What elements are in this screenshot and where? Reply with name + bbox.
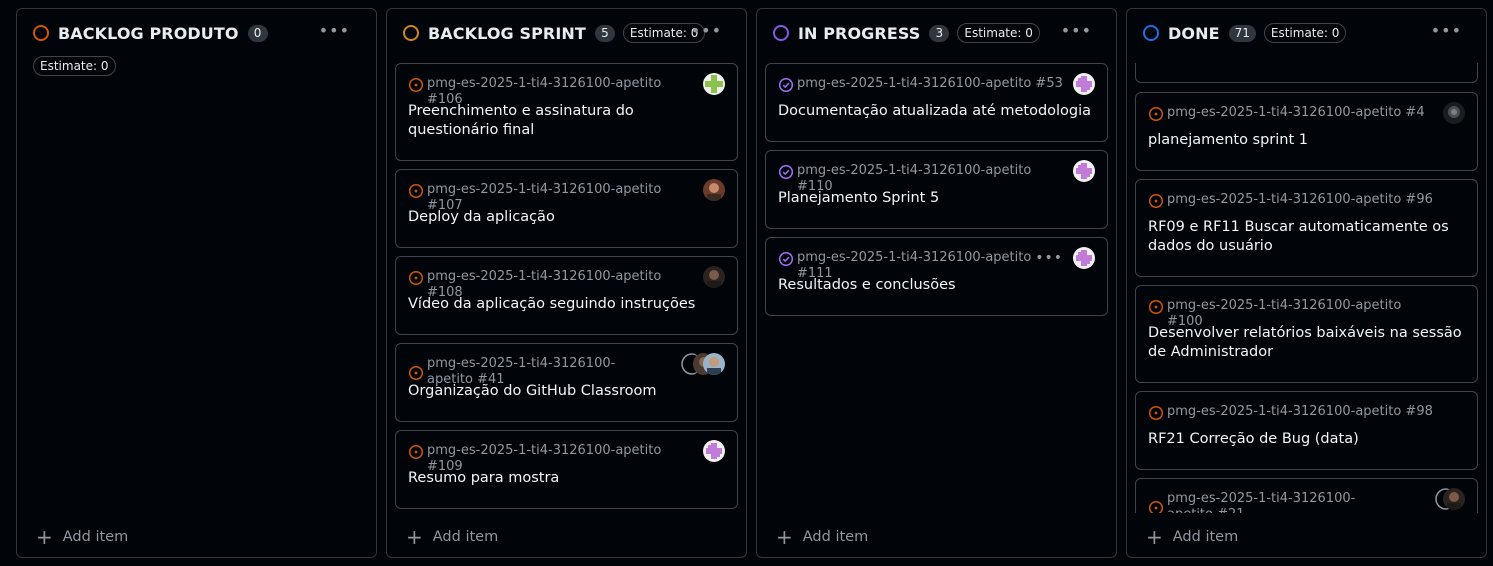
issue-card[interactable]: pmg-es-2025-1-ti4-3126100-apetito #100 D… <box>1135 285 1478 383</box>
issue-title[interactable]: Documentação atualizada até metodologia <box>778 102 1095 121</box>
issue-title[interactable]: Desenvolver relatórios baixáveis na sess… <box>1148 324 1465 362</box>
assignee-avatar[interactable] <box>1443 102 1465 124</box>
column-in-progress: IN PROGRESS 3 Estimate: 0 ••• pmg-es-202… <box>756 8 1117 558</box>
add-item-button[interactable]: + Add item <box>36 525 129 549</box>
issue-reference: pmg-es-2025-1-ti4-3126100-apetito #4 <box>1167 105 1425 120</box>
issue-reference: pmg-es-2025-1-ti4-3126100-apetito #98 <box>1167 404 1433 419</box>
status-circle-icon <box>33 25 49 41</box>
column-title: IN PROGRESS <box>798 23 921 43</box>
issue-card[interactable]: pmg-es-2025-1-ti4-3126100-apetito #41 Or… <box>395 343 738 422</box>
card-list: pmg-es-2025-1-ti4-3126100-apetito #53 Do… <box>765 63 1108 513</box>
estimate-badge: Estimate: 0 <box>1263 23 1347 43</box>
issue-card[interactable]: pmg-es-2025-1-ti4-3126100-apetito #4 pla… <box>1135 92 1478 171</box>
open-issue-icon <box>408 270 424 286</box>
column-title: BACKLOG PRODUTO <box>58 23 239 43</box>
column-title: BACKLOG SPRINT <box>428 23 586 43</box>
column-menu-button[interactable]: ••• <box>691 21 722 41</box>
plus-icon: + <box>36 525 53 549</box>
add-item-label: Add item <box>432 529 499 545</box>
issue-card[interactable]: pmg-es-2025-1-ti4-3126100-apetito #108 V… <box>395 256 738 335</box>
assignee-avatar[interactable] <box>703 440 725 462</box>
issue-card[interactable] <box>1135 63 1478 83</box>
column-title: DONE <box>1168 23 1220 43</box>
column-done: DONE 71 Estimate: 0 ••• pmg-es-2025-1-ti… <box>1126 8 1487 558</box>
open-issue-icon <box>408 365 424 381</box>
issue-card[interactable]: pmg-es-2025-1-ti4-3126100-apetito #111 •… <box>765 237 1108 316</box>
issue-title[interactable]: Resultados e conclusões <box>778 276 1095 295</box>
assignee-avatar[interactable] <box>703 179 725 201</box>
estimate-badge: Estimate: 0 <box>33 56 116 76</box>
closed-issue-icon <box>778 77 794 93</box>
issue-title[interactable]: Deploy da aplicação <box>408 208 725 227</box>
open-issue-icon <box>1148 405 1164 421</box>
assignee-avatar[interactable] <box>703 266 725 288</box>
issue-reference: pmg-es-2025-1-ti4-3126100-apetito #21 <box>1167 491 1356 513</box>
issue-reference: pmg-es-2025-1-ti4-3126100-apetito #53 <box>797 76 1063 91</box>
card-menu-button[interactable]: ••• <box>1035 250 1063 266</box>
open-issue-icon <box>1148 106 1164 122</box>
issue-card[interactable]: pmg-es-2025-1-ti4-3126100-apetito #110 P… <box>765 150 1108 229</box>
item-count-badge: 0 <box>247 24 268 42</box>
assignee-avatar[interactable] <box>1443 488 1465 510</box>
assignee-avatar[interactable] <box>1073 247 1095 269</box>
closed-issue-icon <box>778 164 794 180</box>
issue-card[interactable]: pmg-es-2025-1-ti4-3126100-apetito #106 P… <box>395 63 738 161</box>
plus-icon: + <box>1146 525 1163 549</box>
open-issue-icon <box>1148 500 1164 513</box>
issue-title[interactable]: Organização do GitHub Classroom <box>408 382 725 401</box>
item-count-badge: 71 <box>1228 24 1256 42</box>
closed-issue-icon <box>778 251 794 267</box>
column-menu-button[interactable]: ••• <box>1431 21 1462 41</box>
plus-icon: + <box>776 525 793 549</box>
open-issue-icon <box>408 183 424 199</box>
item-count-badge: 3 <box>929 24 950 42</box>
column-menu-button[interactable]: ••• <box>1061 21 1092 41</box>
issue-card[interactable]: pmg-es-2025-1-ti4-3126100-apetito #109 R… <box>395 430 738 509</box>
card-list: pmg-es-2025-1-ti4-3126100-apetito #4 pla… <box>1135 63 1478 513</box>
issue-card[interactable]: pmg-es-2025-1-ti4-3126100-apetito #53 Do… <box>765 63 1108 142</box>
add-item-button[interactable]: + Add item <box>776 525 869 549</box>
assignee-avatar[interactable] <box>703 353 725 375</box>
status-circle-icon <box>1143 25 1159 41</box>
project-board: BACKLOG PRODUTO 0 Estimate: 0 ••• + Add … <box>0 0 1493 566</box>
add-item-label: Add item <box>802 529 869 545</box>
status-circle-icon <box>773 25 789 41</box>
plus-icon: + <box>406 525 423 549</box>
status-circle-icon <box>403 25 419 41</box>
issue-title[interactable]: Planejamento Sprint 5 <box>778 189 1095 208</box>
issue-title[interactable]: RF09 e RF11 Buscar automaticamente os da… <box>1148 218 1465 256</box>
item-count-badge: 5 <box>594 24 615 42</box>
card-list: pmg-es-2025-1-ti4-3126100-apetito #106 P… <box>395 63 738 513</box>
assignee-avatar[interactable] <box>1073 160 1095 182</box>
open-issue-icon <box>1148 299 1164 315</box>
issue-title[interactable]: RF21 Correção de Bug (data) <box>1148 430 1465 449</box>
issue-title[interactable]: planejamento sprint 1 <box>1148 131 1465 150</box>
estimate-badge: Estimate: 0 <box>957 23 1040 43</box>
add-item-button[interactable]: + Add item <box>1146 525 1239 549</box>
assignee-avatar[interactable] <box>1073 73 1095 95</box>
issue-card[interactable]: pmg-es-2025-1-ti4-3126100-apetito #21 <box>1135 478 1478 513</box>
issue-reference: pmg-es-2025-1-ti4-3126100-apetito #96 <box>1167 192 1433 207</box>
issue-title[interactable]: Preenchimento e assinatura do questionár… <box>408 102 725 140</box>
open-issue-icon <box>1148 193 1164 209</box>
add-item-label: Add item <box>1172 529 1239 545</box>
issue-card[interactable]: pmg-es-2025-1-ti4-3126100-apetito #98 RF… <box>1135 391 1478 470</box>
column-backlog-produto: BACKLOG PRODUTO 0 Estimate: 0 ••• + Add … <box>16 8 377 558</box>
column-menu-button[interactable]: ••• <box>319 21 350 41</box>
issue-card[interactable]: pmg-es-2025-1-ti4-3126100-apetito #107 D… <box>395 169 738 248</box>
issue-title[interactable]: Resumo para mostra <box>408 469 725 488</box>
issue-card[interactable]: pmg-es-2025-1-ti4-3126100-apetito #96 RF… <box>1135 179 1478 277</box>
open-issue-icon <box>408 444 424 460</box>
add-item-button[interactable]: + Add item <box>406 525 499 549</box>
column-backlog-sprint: BACKLOG SPRINT 5 Estimate: 0 ••• pmg-es-… <box>386 8 747 558</box>
add-item-label: Add item <box>62 529 129 545</box>
issue-title[interactable]: Vídeo da aplicação seguindo instruções <box>408 295 725 314</box>
assignee-avatar[interactable] <box>703 73 725 95</box>
open-issue-icon <box>408 77 424 93</box>
